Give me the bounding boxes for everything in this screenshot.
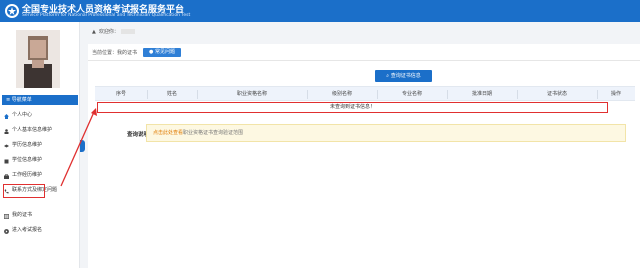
query-button-label: 查询证书信息 <box>390 73 421 79</box>
sidebar-item-my-certificates[interactable]: 我的证书 <box>3 210 78 220</box>
faq-button-label: 常见问题 <box>154 49 175 55</box>
emblem-logo-icon <box>5 4 19 18</box>
sidebar-item-education[interactable]: 学历信息维护 <box>4 140 78 150</box>
breadcrumb-prefix: 当前位置： <box>92 50 118 56</box>
sidebar-item-label: 我的证书 <box>12 212 33 218</box>
breadcrumb: 当前位置：我的证书 <box>92 49 137 56</box>
arrow-circle-icon <box>4 228 9 234</box>
col-header-actions: 操作 <box>610 91 621 97</box>
col-header-level: 级别名称 <box>331 91 352 97</box>
book-icon <box>4 158 9 163</box>
col-header-index: 序号 <box>115 91 126 97</box>
avatar <box>16 30 60 88</box>
user-icon <box>4 128 9 134</box>
top-header: 全国专业技术人员资格考试报名服务平台 Service Platform for … <box>0 0 640 22</box>
faq-button[interactable]: ● 常见问题 <box>143 48 181 57</box>
nav-menu-title: 导航菜单 <box>11 97 32 103</box>
sidebar-item-label: 个人中心 <box>12 112 33 118</box>
sidebar-item-work-experience[interactable]: 工作经历维护 <box>4 170 78 180</box>
highlight-box-my-certificates <box>3 184 45 198</box>
sidebar: ≡ 导航菜单 个人中心 个人基本信息维护 学历信息维护 学位信息维护 工作经历维… <box>0 22 80 268</box>
sidebar-item-personal-center[interactable]: 个人中心 <box>4 110 78 120</box>
sidebar-item-label: 学历信息维护 <box>12 142 43 148</box>
graduation-cap-icon <box>4 143 9 148</box>
welcome-text: 欢迎你： <box>98 29 119 35</box>
sidebar-item-exam-registration[interactable]: 进入考试报名 <box>4 225 78 235</box>
col-header-status: 证书状态 <box>546 91 567 97</box>
sidebar-item-basic-info[interactable]: 个人基本信息维护 <box>4 125 78 135</box>
main-content-panel <box>88 44 640 268</box>
welcome-bar: ▲ 欢迎你： <box>92 28 135 35</box>
divider <box>88 60 640 61</box>
home-icon <box>4 113 9 119</box>
query-scope-link[interactable]: 点击此处查看 <box>153 130 183 136</box>
table-empty-row: 未查询到证书信息！ <box>97 102 608 113</box>
sidebar-item-label: 个人基本信息维护 <box>12 127 53 133</box>
col-header-name: 姓名 <box>166 91 177 97</box>
username-masked <box>120 29 135 34</box>
query-certificate-button[interactable]: ⌕ 查询证书信息 <box>375 70 432 82</box>
certificate-icon <box>3 213 10 219</box>
breadcrumb-current: 我的证书 <box>117 50 138 56</box>
sidebar-item-degree[interactable]: 学位信息维护 <box>4 155 78 165</box>
col-header-approval-date: 批准日期 <box>471 91 492 97</box>
sidebar-item-label: 学位信息维护 <box>12 157 43 163</box>
col-header-qualification: 职业资格名称 <box>236 91 267 97</box>
sidebar-collapse-toggle[interactable] <box>80 140 85 152</box>
platform-subtitle: Service Platform for National Profession… <box>22 13 191 18</box>
query-note-box: 点击此处查看职业资格证书查询验证范围 <box>146 124 626 142</box>
user-small-icon: ▲ <box>92 28 96 35</box>
table-header: 序号 姓名 职业资格名称 级别名称 专业名称 批准日期 证书状态 操作 <box>95 86 635 101</box>
sidebar-item-label: 进入考试报名 <box>12 227 43 233</box>
nav-menu-header: ≡ 导航菜单 <box>2 95 78 105</box>
col-header-specialty: 专业名称 <box>401 91 422 97</box>
sidebar-item-label: 工作经历维护 <box>12 172 43 178</box>
briefcase-icon <box>4 173 9 179</box>
query-scope-text: 职业资格证书查询验证范围 <box>183 130 244 136</box>
